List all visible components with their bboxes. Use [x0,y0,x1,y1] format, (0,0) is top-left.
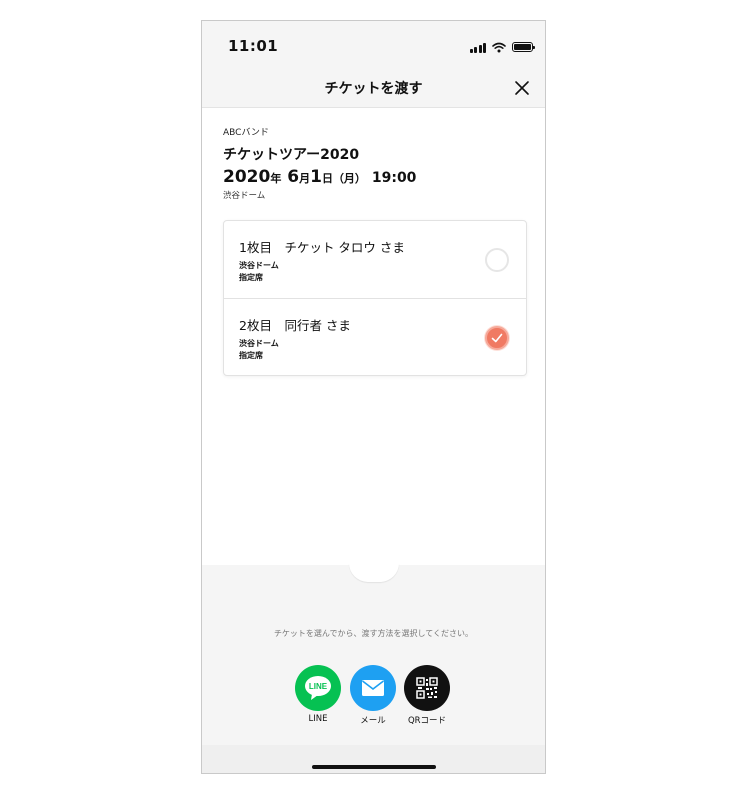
battery-icon [512,42,535,52]
ticket-venue: 渋谷ドーム [239,261,279,270]
event-artist: ABCバンド [223,128,269,138]
ticket-holder-name: 1枚目 チケット タロウ さま [239,240,405,255]
event-month-unit: 月 [299,172,311,185]
event-day-unit: 日 [321,172,333,185]
share-mail-button[interactable]: メール [347,665,399,726]
phone-screen: 11:01 チケットを渡す ABCバンド チケットツアー2020 2020年 6… [201,20,546,774]
ticket-seat: 指定席 [239,273,263,282]
instruction-text: チケットを選んでから、渡す方法を選択してください。 [273,629,474,638]
mail-icon [350,665,396,711]
share-qr-button[interactable]: QRコード [401,665,453,726]
event-weekday: （月） [332,172,366,185]
wifi-icon [492,42,506,52]
signal-icon [469,42,486,53]
panel-notch [349,563,399,582]
share-line-button[interactable]: LINE LINE [292,665,344,724]
event-venue: 渋谷ドーム [223,191,266,201]
event-month: 6 [287,167,300,187]
home-strip [202,745,545,773]
share-line-label: LINE [308,714,328,724]
event-date: 2020年 6月1日（月） 19:00 [223,167,416,187]
home-indicator[interactable] [312,765,436,769]
status-icons [469,41,535,53]
line-icon: LINE [295,665,341,711]
event-title: チケットツアー2020 [223,147,360,163]
line-badge-text: LINE [309,682,328,691]
share-qr-label: QRコード [407,716,447,726]
event-year: 2020 [223,167,271,187]
share-panel: チケットを選んでから、渡す方法を選択してください。 LINE LINE メール [202,563,545,773]
ticket-item[interactable]: 1枚目 チケット タロウ さま 渋谷ドーム 指定席 [224,221,526,298]
status-time: 11:01 [228,37,279,55]
ticket-list: 1枚目 チケット タロウ さま 渋谷ドーム 指定席 2枚目 同行者 さま 渋谷ド… [223,220,527,376]
page-title: チケットを渡す [324,81,423,97]
check-icon [491,333,503,343]
share-mail-label: メール [360,716,386,726]
qr-code-icon [404,665,450,711]
ticket-holder-name: 2枚目 同行者 さま [239,318,351,333]
status-bar: 11:01 [202,21,545,73]
ticket-item[interactable]: 2枚目 同行者 さま 渋谷ドーム 指定席 [224,298,526,375]
close-icon[interactable] [511,77,533,99]
event-year-unit: 年 [270,172,282,185]
ticket-select-radio[interactable] [485,248,509,272]
event-day: 1 [310,167,322,187]
modal-header: チケットを渡す [202,73,545,108]
ticket-select-radio-checked[interactable] [485,326,509,350]
event-time: 19:00 [371,170,417,186]
ticket-venue: 渋谷ドーム [239,339,279,348]
ticket-seat: 指定席 [239,351,263,360]
